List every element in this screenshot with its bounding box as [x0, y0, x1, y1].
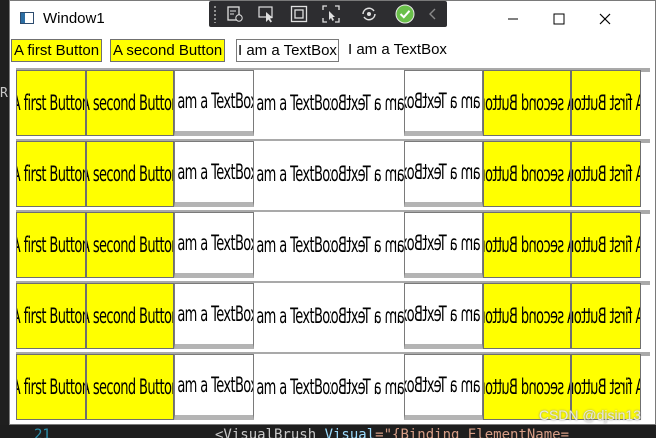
brush-tile-row: A first ButtonA second ButtonI am a Text… [16, 210, 650, 282]
first-button[interactable]: A first Button [11, 39, 103, 62]
brush-label-mirrored: I am a TextBox [331, 354, 404, 420]
window-title: Window1 [43, 10, 105, 27]
brush-textbox-mirrored: I am a TextBox [404, 70, 483, 136]
brush-textbox: I am a TextBox [174, 354, 254, 420]
live-visual-tree-icon [227, 6, 243, 22]
brush-button-first: A first Button [16, 141, 86, 207]
minimize-button[interactable] [490, 1, 536, 37]
wpf-window: Window1 A first Button A second Button I… [9, 0, 656, 425]
brush-button-second-mirrored: A second Button [483, 141, 571, 207]
brush-label-mirrored: I am a TextBox [331, 141, 404, 207]
brush-button-second: A second Button [86, 212, 174, 278]
visual-brush-area: A first ButtonA second ButtonI am a Text… [16, 68, 650, 422]
brush-tile-row: A first ButtonA second ButtonI am a Text… [16, 281, 650, 353]
brush-button-first: A first Button [16, 283, 86, 349]
brush-button-first-mirrored: A first Button [571, 141, 641, 207]
brush-label: I am a TextBox [254, 212, 331, 278]
code-tag: <VisualBrush [215, 427, 325, 438]
brush-button-second: A second Button [86, 141, 174, 207]
brush-tile-row: A first ButtonA second ButtonI am a Text… [16, 139, 650, 211]
brush-textbox-mirrored: I am a TextBox [404, 283, 483, 349]
code-text: <VisualBrush Visual="{Binding ElementNam… [215, 427, 570, 438]
brush-button-first-mirrored: A first Button [571, 283, 641, 349]
hot-reload-icon [362, 7, 376, 21]
brush-button-second: A second Button [86, 70, 174, 136]
brush-label-mirrored: I am a TextBox [331, 283, 404, 349]
brush-button-first: A first Button [16, 70, 86, 136]
brush-label: I am a TextBox [254, 354, 331, 420]
track-focus-button[interactable] [319, 3, 343, 25]
check-status-button[interactable] [393, 3, 417, 25]
brush-tile-row: A first ButtonA second ButtonI am a Text… [16, 68, 650, 140]
brush-button-second: A second Button [86, 283, 174, 349]
code-attr: Visual [324, 427, 376, 438]
brush-textbox: I am a TextBox [174, 283, 254, 349]
brush-textbox-mirrored: I am a TextBox [404, 212, 483, 278]
brush-button-first: A first Button [16, 354, 86, 420]
display-layout-adorners-icon [290, 5, 308, 23]
brush-button-first-mirrored: A first Button [571, 70, 641, 136]
close-icon [599, 13, 611, 25]
watermark: CSDN @djsin13 [538, 407, 641, 423]
brush-label: I am a TextBox [254, 141, 331, 207]
brush-button-first: A first Button [16, 212, 86, 278]
brush-textbox: I am a TextBox [174, 141, 254, 207]
xaml-debug-toolbar [209, 1, 447, 27]
track-focus-icon [322, 5, 340, 23]
brush-button-second-mirrored: A second Button [483, 70, 571, 136]
live-visual-tree-button[interactable] [223, 3, 247, 25]
code-value: ="{Binding ElementName= [375, 427, 570, 438]
hot-reload-button[interactable] [357, 3, 381, 25]
select-element-icon [258, 6, 273, 23]
brush-textbox-mirrored: I am a TextBox [404, 141, 483, 207]
minimize-icon [508, 18, 518, 20]
maximize-icon [553, 13, 565, 25]
display-adorners-button[interactable] [287, 3, 311, 25]
brush-button-second-mirrored: A second Button [483, 283, 571, 349]
brush-textbox: I am a TextBox [174, 212, 254, 278]
brush-textbox-mirrored: I am a TextBox [404, 354, 483, 420]
brush-label-mirrored: I am a TextBox [331, 70, 404, 136]
brush-button-second: A second Button [86, 354, 174, 420]
second-button[interactable]: A second Button [110, 39, 226, 62]
close-button[interactable] [582, 1, 628, 37]
textbox-label: I am a TextBox [348, 41, 447, 58]
select-element-button[interactable] [255, 3, 279, 25]
brush-button-first-mirrored: A first Button [571, 212, 641, 278]
brush-label: I am a TextBox [254, 283, 331, 349]
editor-code-line: 21 <VisualBrush Visual="{Binding Element… [0, 425, 656, 438]
maximize-button[interactable] [536, 1, 582, 37]
collapse-toolbar-button[interactable] [423, 3, 443, 25]
brush-button-second-mirrored: A second Button [483, 212, 571, 278]
collapse-icon [429, 8, 436, 20]
window-app-icon [20, 12, 34, 24]
check-icon [395, 4, 415, 24]
textbox-input[interactable]: I am a TextBox [236, 39, 339, 62]
editor-side-glyph: R [0, 86, 8, 101]
line-number: 21 [34, 427, 51, 438]
toolbar-grip[interactable] [213, 5, 217, 23]
brush-textbox: I am a TextBox [174, 70, 254, 136]
brush-label-mirrored: I am a TextBox [331, 212, 404, 278]
brush-label: I am a TextBox [254, 70, 331, 136]
